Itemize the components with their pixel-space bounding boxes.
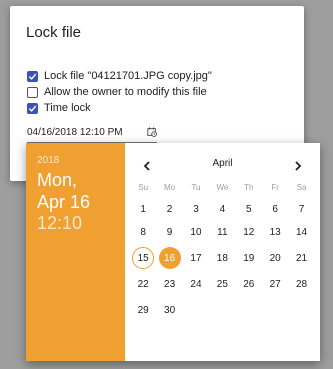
picker-header: 2018 Mon, Apr 16 12:10: [26, 143, 125, 361]
calendar-day-label: 22: [137, 278, 149, 290]
picker-year[interactable]: 2018: [37, 155, 59, 166]
calendar-day-label: 3: [193, 203, 199, 215]
calendar-day[interactable]: 1: [130, 199, 156, 219]
calendar-day[interactable]: 30: [156, 297, 182, 323]
calendar-day[interactable]: 17: [183, 245, 209, 271]
calendar-day[interactable]: 9: [156, 219, 182, 245]
calendar-day[interactable]: 2: [156, 199, 182, 219]
dialog-title: Lock file: [26, 24, 82, 41]
weekday-header: Th: [244, 182, 254, 192]
calendar-day-label: 23: [164, 278, 176, 290]
calendar-day[interactable]: 22: [130, 271, 156, 297]
calendar-day-label: 9: [166, 226, 173, 238]
calendar-day[interactable]: 16: [156, 245, 182, 271]
picker-weekday: Mon,: [37, 170, 78, 190]
calendar-day-label: 24: [190, 278, 202, 290]
date-picker: 2018 Mon, Apr 16 12:10 April Su Mo Tu We Th F…: [26, 143, 320, 361]
calendar-day[interactable]: 3: [183, 199, 209, 219]
calendar-day-label: 10: [190, 226, 202, 238]
calendar-day-label: 30: [164, 304, 176, 316]
weekday-header: We: [216, 182, 229, 192]
calendar-day-label: 16: [158, 247, 181, 269]
calendar-day[interactable]: 29: [130, 297, 156, 323]
time-lock-checkbox[interactable]: [27, 102, 38, 114]
time-lock-label: Time lock: [44, 102, 91, 114]
allow-owner-label: Allow the owner to modify this file: [44, 86, 207, 98]
calendar-day[interactable]: 12: [236, 219, 262, 245]
calendar-day[interactable]: 28: [288, 271, 314, 297]
picker-month-day: Apr 16: [37, 192, 91, 212]
calendar-day-label: 5: [245, 203, 252, 215]
calendar-day[interactable]: 21: [288, 245, 314, 271]
weekday-header: Sa: [296, 182, 307, 192]
calendar-day[interactable]: 10: [183, 219, 209, 245]
calendar-day-label: 19: [243, 252, 255, 264]
calendar-day-label: 8: [140, 226, 146, 238]
calendar-day-label: 13: [269, 226, 281, 238]
datetime-input[interactable]: 04/16/2018 12:10 PM: [27, 127, 157, 143]
calendar-day[interactable]: 15: [130, 245, 156, 271]
calendar-day-label: 25: [216, 278, 228, 290]
chevron-right-icon[interactable]: [294, 158, 302, 176]
lock-file-option[interactable]: Lock file "04121701.JPG copy.jpg": [27, 70, 212, 82]
calendar-day-label: 2: [166, 203, 173, 215]
calendar-panel: April Su Mo Tu We Th Fr Sa 1 2 3 4 5 6 7 8 9 10 11 12 13 14 1…: [125, 143, 320, 361]
calendar-day[interactable]: 13: [262, 219, 288, 245]
calendar-day[interactable]: 18: [209, 245, 235, 271]
calendar-day-label: 18: [216, 252, 228, 264]
calendar-day[interactable]: 6: [262, 199, 288, 219]
calendar-day[interactable]: 26: [236, 271, 262, 297]
allow-owner-option[interactable]: Allow the owner to modify this file: [27, 86, 207, 98]
datetime-value: 04/16/2018 12:10 PM: [27, 127, 123, 138]
calendar-day-label: 15: [132, 247, 155, 269]
calendar-day-label: 11: [217, 226, 228, 238]
calendar-day[interactable]: 19: [236, 245, 262, 271]
picker-selected-date[interactable]: Mon, Apr 16: [37, 169, 90, 213]
calendar-day-label: 7: [298, 203, 305, 215]
calendar-day-label: 29: [137, 304, 149, 316]
calendar-day[interactable]: 27: [262, 271, 288, 297]
calendar-day[interactable]: 11: [209, 219, 235, 245]
calendar-day-label: 6: [272, 203, 278, 215]
calendar-day-label: 12: [243, 226, 255, 238]
calendar-day[interactable]: 7: [288, 199, 314, 219]
calendar-day[interactable]: 20: [262, 245, 288, 271]
calendar-day[interactable]: 8: [130, 219, 156, 245]
weekday-header: Tu: [191, 182, 201, 192]
calendar-day-label: 4: [219, 203, 226, 215]
calendar-day[interactable]: 23: [156, 271, 182, 297]
calendar-day[interactable]: 4: [209, 199, 235, 219]
allow-owner-checkbox[interactable]: [27, 86, 38, 98]
calendar-day[interactable]: 5: [236, 199, 262, 219]
weekday-header: Mo: [164, 182, 176, 192]
calendar-day[interactable]: 14: [288, 219, 314, 245]
calendar-day-label: 26: [243, 278, 255, 290]
picker-time[interactable]: 12:10: [37, 213, 82, 234]
calendar-day-label: 27: [269, 278, 281, 290]
lock-file-label: Lock file "04121701.JPG copy.jpg": [44, 70, 212, 82]
calendar-day[interactable]: 25: [209, 271, 235, 297]
calendar-day-label: 20: [269, 252, 281, 264]
calendar-month: April: [212, 158, 233, 169]
calendar-day-label: 17: [190, 252, 202, 264]
time-lock-option[interactable]: Time lock: [27, 102, 91, 114]
weekday-header: Fr: [271, 182, 279, 192]
calendar-day[interactable]: 24: [183, 271, 209, 297]
weekday-header: Su: [138, 182, 149, 192]
calendar-day-label: 21: [295, 252, 308, 264]
calendar-clock-icon[interactable]: [147, 127, 157, 140]
calendar-day-label: 28: [295, 278, 308, 290]
calendar-grid: Su Mo Tu We Th Fr Sa 1 2 3 4 5 6 7 8 9 10 11 12 13 14 15 16 17 1…: [130, 181, 315, 323]
calendar-day-label: 1: [140, 203, 146, 215]
calendar-day-label: 14: [295, 226, 308, 238]
lock-file-checkbox[interactable]: [27, 70, 38, 82]
